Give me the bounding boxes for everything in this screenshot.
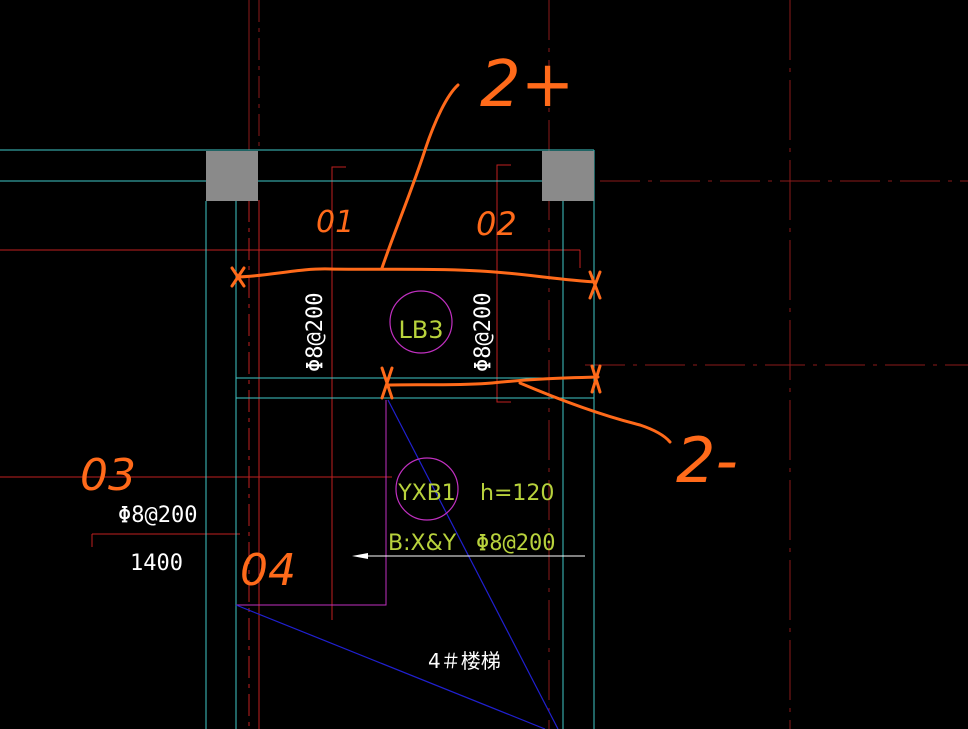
markup-top-leader bbox=[380, 83, 460, 270]
leader-arrow bbox=[352, 553, 368, 559]
rebar-label-left-vertical: Φ8@200 bbox=[303, 293, 328, 372]
markup-annotations bbox=[230, 83, 672, 444]
markup-top-right-x bbox=[588, 270, 602, 300]
left-length-label: 1400 bbox=[130, 551, 183, 576]
bottom-bars-label: B:X&Y bbox=[388, 531, 457, 556]
stair-label: 4＃楼梯 bbox=[428, 649, 501, 673]
markup-bottom-right-x bbox=[590, 364, 602, 394]
slab-label-lb3: LB3 bbox=[398, 316, 443, 344]
markup-mark-2: 02 bbox=[476, 205, 517, 243]
markup-top-value: 2+ bbox=[480, 48, 574, 122]
red-line bbox=[496, 164, 511, 403]
axis-lines bbox=[248, 0, 968, 729]
markup-mark-4: 04 bbox=[240, 545, 296, 596]
cad-drawing-canvas[interactable]: Φ8@200 Φ8@200 LB3 YXB1 h=120 B:X&Y Φ8@20… bbox=[0, 0, 968, 729]
left-rebar-label: Φ8@200 bbox=[118, 503, 197, 528]
slab-label-yxb1: YXB1 bbox=[397, 481, 456, 506]
slab-thickness-label: h=120 bbox=[480, 481, 554, 506]
drawing-svg: Φ8@200 Φ8@200 LB3 YXB1 h=120 B:X&Y Φ8@20… bbox=[0, 0, 968, 729]
markup-top-line bbox=[236, 267, 598, 284]
markup-mark-1: 01 bbox=[316, 205, 354, 240]
column-right[interactable] bbox=[542, 151, 594, 201]
bottom-bars-spec: Φ8@200 bbox=[476, 531, 555, 556]
markup-bottom-leader bbox=[518, 381, 672, 444]
markup-bottom-value: 2- bbox=[676, 424, 738, 497]
red-lines bbox=[0, 164, 581, 729]
column-left[interactable] bbox=[206, 151, 258, 201]
markup-mark-3: 03 bbox=[80, 450, 136, 501]
rebar-label-right-vertical: Φ8@200 bbox=[471, 293, 496, 372]
markup-bottom-left-x bbox=[380, 366, 394, 400]
stair-line bbox=[387, 399, 559, 729]
